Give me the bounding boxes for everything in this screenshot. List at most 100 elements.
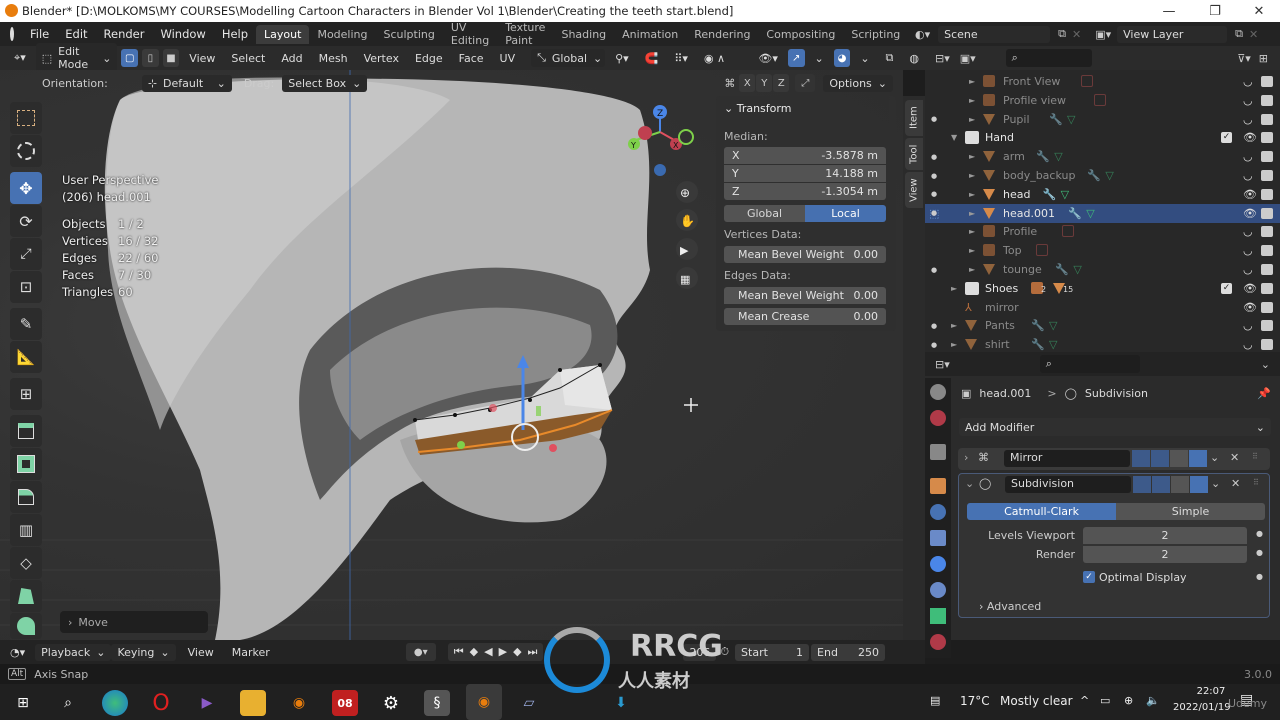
expand-arrow-icon[interactable]: ► bbox=[951, 340, 957, 349]
menu-edge[interactable]: Edge bbox=[409, 50, 449, 67]
keyframe-dot-icon[interactable]: ● bbox=[1256, 548, 1263, 557]
blender-taskbar-icon[interactable]: ◉ bbox=[286, 690, 312, 716]
mesh-data-icon[interactable]: ▽ bbox=[1049, 338, 1057, 351]
knife-tool[interactable]: ◇ bbox=[10, 547, 42, 579]
blender-menu-icon[interactable] bbox=[10, 27, 14, 41]
clock-time[interactable]: 22:07 bbox=[1183, 686, 1239, 697]
expand-arrow-icon[interactable]: ► bbox=[969, 246, 975, 255]
menu-help[interactable]: Help bbox=[214, 27, 256, 41]
camera-render-icon[interactable] bbox=[1261, 207, 1273, 219]
eye-closed-icon[interactable]: ◡ bbox=[1243, 150, 1253, 163]
tool-props-tab[interactable] bbox=[930, 384, 946, 400]
app-download-icon[interactable]: ⬇ bbox=[608, 690, 634, 716]
outliner-row[interactable]: ● ► head.001 🔧 ▽ 👁 ⬚ bbox=[925, 203, 1280, 223]
mesh-data-icon[interactable]: ▽ bbox=[1061, 188, 1069, 201]
eye-closed-icon[interactable]: ◡ bbox=[1243, 244, 1253, 257]
camera-render-icon[interactable] bbox=[1261, 94, 1273, 106]
eye-closed-icon[interactable]: ◡ bbox=[1243, 169, 1253, 182]
expand-chevron-icon[interactable]: › bbox=[964, 451, 968, 464]
outliner-row[interactable]: ⅄ mirror 👁 bbox=[925, 298, 1280, 317]
measure-tool[interactable]: 📐 bbox=[10, 341, 42, 373]
mirror-x-button[interactable]: X bbox=[739, 74, 756, 92]
edge-browser-icon[interactable] bbox=[102, 690, 128, 716]
collapse-chevron-icon[interactable]: ⌄ bbox=[965, 477, 974, 490]
median-y-field[interactable]: Y 14.188 m bbox=[724, 165, 886, 182]
eye-icon[interactable]: 👁 bbox=[1243, 131, 1257, 144]
loop-cut-tool[interactable]: ▥ bbox=[10, 514, 42, 546]
camera-render-icon[interactable] bbox=[1261, 301, 1273, 313]
overlay-toggle-button[interactable]: ◕ bbox=[833, 49, 851, 67]
viewport-toggle[interactable] bbox=[1170, 450, 1188, 467]
eye-icon[interactable]: 👁 bbox=[1243, 207, 1257, 220]
camera-render-icon[interactable] bbox=[1261, 170, 1273, 181]
outliner-row[interactable]: ● ► arm 🔧 ▽ ◡ bbox=[925, 147, 1280, 166]
end-frame-field[interactable]: End 250 bbox=[811, 643, 886, 661]
add-cube-tool[interactable]: ⊞ bbox=[10, 378, 42, 410]
inset-tool[interactable] bbox=[10, 448, 42, 480]
outliner-search-input[interactable]: ⌕ bbox=[1005, 49, 1092, 67]
tab-layout[interactable]: Layout bbox=[256, 24, 310, 44]
menu-window[interactable]: Window bbox=[152, 27, 213, 41]
face-select-button[interactable]: ■ bbox=[162, 49, 180, 67]
remove-modifier-icon[interactable]: ✕ bbox=[1230, 451, 1239, 464]
levels-viewport-field[interactable]: 2 bbox=[1083, 527, 1247, 544]
drag-dropdown[interactable]: Select Box ⌄ bbox=[282, 74, 368, 92]
expand-arrow-icon[interactable]: ► bbox=[969, 190, 975, 199]
mirror-y-button[interactable]: Y bbox=[756, 74, 773, 92]
outliner-row[interactable]: ▼ Hand ✓ 👁 bbox=[925, 128, 1280, 147]
catmull-clark-toggle[interactable]: Catmull-Clark bbox=[967, 503, 1116, 520]
stopwatch-icon[interactable]: ⏱ bbox=[720, 645, 729, 659]
visibility-icon[interactable]: 👁▾ bbox=[752, 50, 784, 67]
mesh-data-icon[interactable]: ▽ bbox=[1067, 113, 1075, 126]
menu-file[interactable]: File bbox=[22, 27, 57, 41]
remove-modifier-icon[interactable]: ✕ bbox=[1231, 477, 1240, 490]
chevron-down-icon[interactable]: ⌄ bbox=[1261, 358, 1270, 371]
modifier-wrench-icon[interactable]: 🔧 bbox=[1043, 188, 1057, 201]
clock-date[interactable]: 2022/01/19 bbox=[1173, 702, 1231, 713]
scene-selector-icon[interactable]: ◐▾ bbox=[915, 28, 930, 41]
eye-closed-icon[interactable]: ◡ bbox=[1243, 94, 1253, 107]
play-reverse-icon[interactable]: ◀ bbox=[484, 645, 492, 659]
battery-icon[interactable]: ▭ bbox=[1100, 694, 1110, 707]
tab-rendering[interactable]: Rendering bbox=[686, 25, 758, 44]
tab-sculpting[interactable]: Sculpting bbox=[376, 25, 443, 44]
modifier-menu-icon[interactable]: ⌄ bbox=[1211, 477, 1220, 490]
modifier-wrench-icon[interactable]: 🔧 bbox=[1055, 263, 1069, 276]
current-frame-field[interactable]: 206 bbox=[683, 643, 717, 661]
pivot-point-icon[interactable]: ⚲▾ bbox=[609, 50, 635, 67]
visibility-dot-icon[interactable]: ● bbox=[931, 322, 937, 330]
render-toggle[interactable] bbox=[1189, 450, 1207, 467]
eye-closed-icon[interactable]: ◡ bbox=[1243, 263, 1253, 276]
outliner-row[interactable]: ● ► Pants 🔧 ▽ ◡ bbox=[925, 316, 1280, 335]
outliner-row[interactable]: ● ► tounge 🔧 ▽ ◡ bbox=[925, 260, 1280, 279]
eye-icon[interactable]: 👁 bbox=[1243, 301, 1257, 314]
mesh-data-props-tab[interactable] bbox=[930, 608, 946, 624]
wireframe-shading-icon[interactable]: ◍ bbox=[903, 50, 925, 67]
camera-render-icon[interactable] bbox=[1261, 76, 1273, 87]
minimize-button[interactable]: — bbox=[1146, 0, 1192, 22]
menu-view[interactable]: View bbox=[183, 50, 221, 67]
tab-item[interactable]: Item bbox=[905, 100, 923, 136]
eye-closed-icon[interactable]: ◡ bbox=[1243, 75, 1253, 88]
transform-tool[interactable]: ⊡ bbox=[10, 271, 42, 303]
expand-arrow-icon[interactable]: ► bbox=[969, 209, 975, 218]
view-layer-field[interactable]: View Layer bbox=[1117, 25, 1228, 43]
menu-vertex[interactable]: Vertex bbox=[358, 50, 405, 67]
tab-tool[interactable]: Tool bbox=[905, 138, 923, 170]
editor-type-icon[interactable]: ◔▾ bbox=[10, 646, 25, 659]
menu-select[interactable]: Select bbox=[225, 50, 271, 67]
render-levels-field[interactable]: 2 bbox=[1083, 546, 1247, 563]
mirror-name-field[interactable]: Mirror bbox=[1004, 450, 1130, 467]
visibility-dot-icon[interactable]: ● bbox=[931, 341, 937, 349]
visibility-dot-icon[interactable]: ● bbox=[931, 172, 937, 180]
mesh-data-icon[interactable]: ▽ bbox=[1054, 150, 1062, 163]
expand-arrow-icon[interactable]: ► bbox=[969, 115, 975, 124]
particles-props-tab[interactable] bbox=[930, 530, 946, 546]
close-button[interactable]: ✕ bbox=[1236, 0, 1280, 22]
tab-compositing[interactable]: Compositing bbox=[758, 25, 843, 44]
chevron-down-icon[interactable]: ⌄ bbox=[809, 50, 830, 67]
news-widget-icon[interactable]: ▤ bbox=[930, 694, 940, 707]
expand-arrow-icon[interactable]: ► bbox=[969, 152, 975, 161]
media-player-icon[interactable]: ▶ bbox=[194, 690, 220, 716]
modifier-menu-icon[interactable]: ⌄ bbox=[1210, 451, 1219, 464]
